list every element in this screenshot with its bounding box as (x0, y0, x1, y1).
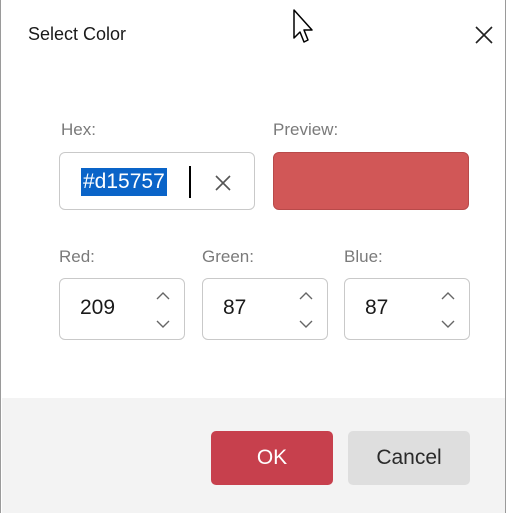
hex-input[interactable]: #d15757 (59, 152, 255, 210)
chevron-down-icon[interactable] (298, 319, 314, 329)
chevron-down-icon[interactable] (155, 319, 171, 329)
green-stepper[interactable]: 87 (202, 278, 328, 340)
red-label: Red: (59, 247, 95, 266)
chevron-up-icon[interactable] (298, 291, 314, 301)
chevron-down-icon[interactable] (440, 319, 456, 329)
blue-spin-arrows[interactable] (439, 291, 457, 329)
green-value[interactable]: 87 (223, 296, 246, 320)
clear-icon (215, 175, 231, 191)
red-value[interactable]: 209 (80, 296, 115, 320)
chevron-up-icon[interactable] (155, 291, 171, 301)
green-spin-arrows[interactable] (297, 291, 315, 329)
color-preview-swatch (273, 152, 469, 210)
select-color-dialog: Select Color Hex: Preview: #d15757 Red: … (0, 0, 506, 513)
red-stepper[interactable]: 209 (59, 278, 185, 340)
close-icon (475, 26, 493, 44)
mouse-pointer-icon (293, 9, 313, 43)
chevron-up-icon[interactable] (440, 291, 456, 301)
dialog-title: Select Color (28, 24, 127, 44)
hex-label: Hex: (61, 120, 96, 139)
preview-label: Preview: (273, 120, 339, 139)
text-caret (189, 166, 191, 198)
ok-button[interactable]: OK (211, 431, 333, 485)
red-spin-arrows[interactable] (154, 291, 172, 329)
clear-hex-button[interactable] (210, 170, 236, 196)
green-label: Green: (202, 247, 254, 266)
close-button[interactable] (467, 18, 501, 52)
blue-label: Blue: (344, 247, 383, 266)
blue-stepper[interactable]: 87 (344, 278, 470, 340)
cancel-button[interactable]: Cancel (348, 431, 470, 485)
blue-value[interactable]: 87 (365, 296, 388, 320)
hex-input-value[interactable]: #d15757 (81, 168, 167, 196)
